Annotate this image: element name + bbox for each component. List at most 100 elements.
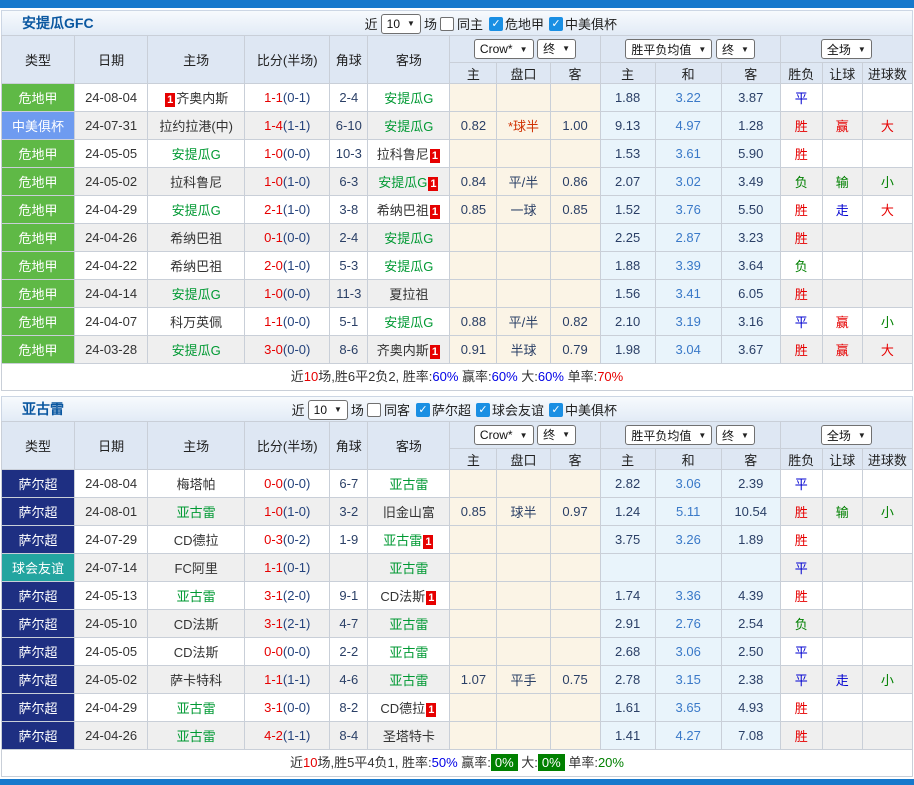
result-cell: 平	[780, 666, 822, 694]
avg-away-cell: 1.89	[721, 526, 780, 554]
halftime-score: (1-0)	[283, 202, 310, 217]
matches-table: 类型 日期 主场 比分(半场) 角球 客场 Crow*▼ 终▼ 胜平负均值▼ 终…	[1, 35, 913, 364]
fulltime-score: 0-1	[264, 230, 283, 245]
date-cell: 24-05-02	[75, 666, 148, 694]
col-header-score: 比分(半场)	[245, 422, 330, 470]
away-team-cell: 旧金山富	[368, 498, 450, 526]
scope-select[interactable]: 全场▼	[821, 39, 872, 59]
sub-header-odds-line: 盘口	[497, 63, 550, 84]
result-cell: 胜	[780, 336, 822, 364]
league-checkbox[interactable]: ✓	[489, 17, 503, 31]
avg-group-header: 胜平负均值▼ 终▼	[600, 36, 780, 63]
team-name: 安提瓜G	[378, 175, 427, 190]
rank-badge: 1	[426, 703, 436, 717]
scope-select[interactable]: 全场▼	[821, 425, 872, 445]
league-type-cell: 萨尔超	[2, 666, 75, 694]
score-cell: 3-1(0-0)	[245, 694, 330, 722]
same-venue-checkbox[interactable]	[440, 17, 454, 31]
summary-token: 60%	[538, 369, 564, 384]
halftime-score: (1-1)	[283, 728, 310, 743]
summary-token: 大:	[518, 369, 538, 384]
away-team-cell: 亚古雷1	[368, 526, 450, 554]
avg-stage-select[interactable]: 终▼	[716, 39, 755, 59]
fulltime-score: 3-0	[264, 342, 283, 357]
avg-home-cell: 1.24	[600, 498, 655, 526]
match-row: 危地甲24-04-07科万英佩1-1(0-0)5-1安提瓜G0.88平/半0.8…	[2, 308, 913, 336]
chevron-down-icon: ▼	[741, 431, 749, 440]
chevron-down-icon: ▼	[741, 45, 749, 54]
bookmaker-select[interactable]: Crow*▼	[474, 425, 534, 445]
result-cell: 胜	[780, 582, 822, 610]
league-checkbox[interactable]: ✓	[549, 403, 563, 417]
near-label: 近	[292, 400, 305, 419]
avg-type-value: 胜平负均值	[631, 41, 691, 58]
away-team-cell: 安提瓜G	[368, 252, 450, 280]
result-cell: 胜	[780, 498, 822, 526]
avg-draw-cell: 2.87	[655, 224, 721, 252]
handicap-result-cell: 赢	[822, 308, 862, 336]
odds-line-cell: 半球	[497, 336, 550, 364]
odds-line-cell	[497, 638, 550, 666]
avg-away-cell: 3.67	[721, 336, 780, 364]
away-team-cell: 亚古雷	[368, 610, 450, 638]
away-team-cell: 拉科鲁尼1	[368, 140, 450, 168]
league-checkbox[interactable]: ✓	[476, 403, 490, 417]
avg-home-cell: 1.74	[600, 582, 655, 610]
fulltime-score: 3-1	[264, 700, 283, 715]
goals-result-cell	[862, 224, 912, 252]
chevron-down-icon: ▼	[520, 45, 528, 54]
match-count-select[interactable]: 10▼	[381, 14, 421, 34]
avg-away-cell: 7.08	[721, 722, 780, 750]
rank-badge: 1	[165, 93, 175, 107]
score-cell: 0-1(0-0)	[245, 224, 330, 252]
sub-header-result: 胜负	[780, 63, 822, 84]
corner-cell: 10-3	[330, 140, 368, 168]
league-type-cell: 萨尔超	[2, 694, 75, 722]
score-cell: 0-3(0-2)	[245, 526, 330, 554]
league-checkbox[interactable]: ✓	[416, 403, 430, 417]
bookmaker-select[interactable]: Crow*▼	[474, 39, 534, 59]
odds-home-cell	[450, 84, 497, 112]
avg-draw-cell: 4.97	[655, 112, 721, 140]
sub-header-result: 胜负	[780, 449, 822, 470]
league-checkbox[interactable]: ✓	[549, 17, 563, 31]
match-row: 中美俱杯24-07-31拉约拉港(中)1-4(1-1)6-10安提瓜G0.82*…	[2, 112, 913, 140]
section-yagure: 亚古雷 近 10▼ 场 同客 ✓萨尔超✓球会友谊✓中美俱杯 类型 日期 主场 比…	[1, 396, 913, 777]
avg-type-select[interactable]: 胜平负均值▼	[625, 39, 712, 59]
odds-home-cell	[450, 470, 497, 498]
chevron-down-icon: ▼	[520, 431, 528, 440]
date-cell: 24-04-29	[75, 694, 148, 722]
team-name: 梅塔帕	[177, 477, 216, 492]
corner-cell: 11-3	[330, 280, 368, 308]
result-cell: 胜	[780, 526, 822, 554]
team-name: 亚古雷	[177, 729, 216, 744]
match-count-select[interactable]: 10▼	[308, 400, 348, 420]
odds-stage-select[interactable]: 终▼	[537, 425, 576, 445]
odds-line-cell	[497, 526, 550, 554]
match-row: 萨尔超24-05-10CD法斯3-1(2-1)4-7亚古雷2.912.762.5…	[2, 610, 913, 638]
avg-draw-cell: 3.15	[655, 666, 721, 694]
summary-token: 单率:	[564, 369, 597, 384]
halftime-score: (0-0)	[283, 700, 310, 715]
same-venue-checkbox[interactable]	[367, 403, 381, 417]
summary-token: 赢率:	[458, 755, 491, 770]
date-cell: 24-08-04	[75, 470, 148, 498]
avg-home-cell: 2.78	[600, 666, 655, 694]
odds-line-cell	[497, 252, 550, 280]
odds-home-cell: 0.82	[450, 112, 497, 140]
result-cell: 平	[780, 638, 822, 666]
odds-home-cell	[450, 694, 497, 722]
sub-header-avg-away: 客	[721, 449, 780, 470]
avg-draw-cell: 3.02	[655, 168, 721, 196]
match-row: 萨尔超24-05-02萨卡特科1-1(1-1)4-6亚古雷1.07平手0.752…	[2, 666, 913, 694]
avg-type-select[interactable]: 胜平负均值▼	[625, 425, 712, 445]
odds-stage-select[interactable]: 终▼	[537, 39, 576, 59]
date-cell: 24-05-10	[75, 610, 148, 638]
odds-home-cell	[450, 224, 497, 252]
odds-away-cell	[550, 582, 600, 610]
home-team-cell: 1齐奥内斯	[148, 84, 245, 112]
match-row: 球会友谊24-07-14FC阿里1-1(0-1)亚古雷平	[2, 554, 913, 582]
avg-stage-select[interactable]: 终▼	[716, 425, 755, 445]
result-cell: 平	[780, 470, 822, 498]
team-name: 亚古雷	[389, 645, 428, 660]
